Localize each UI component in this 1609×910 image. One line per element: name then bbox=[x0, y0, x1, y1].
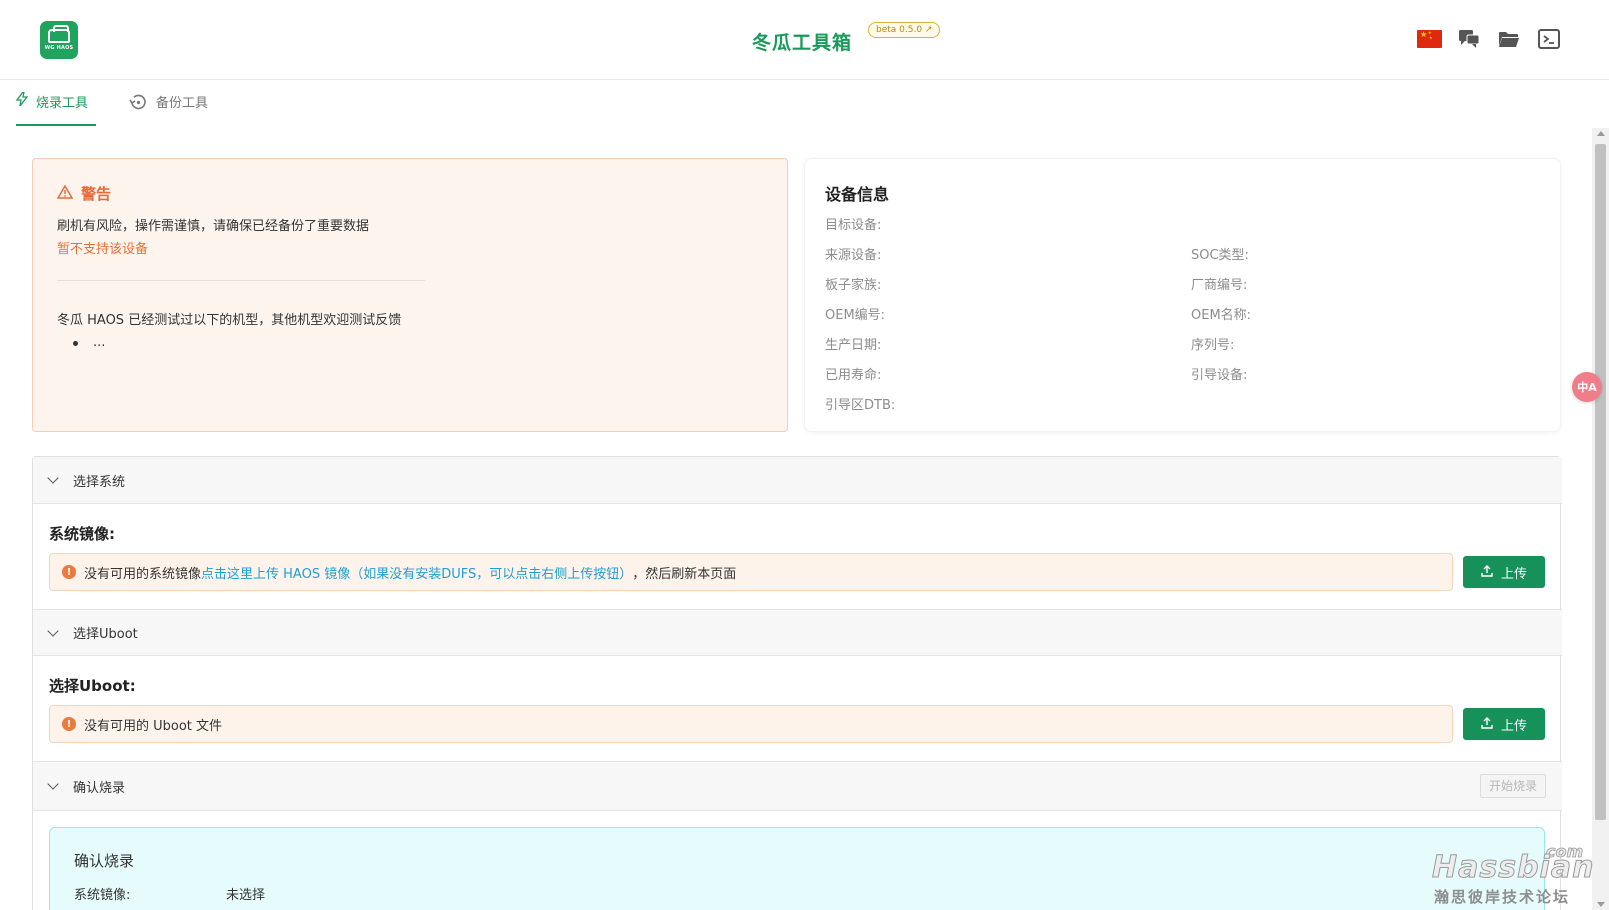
tab-flash-label: 烧录工具 bbox=[36, 96, 89, 111]
folder-icon[interactable] bbox=[1497, 28, 1521, 50]
warning-title: 警告 bbox=[56, 183, 112, 204]
source-device-label: 来源设备: bbox=[825, 248, 882, 263]
tested-models-text: 冬瓜 HAOS 已经测试过以下的机型，其他机型欢迎测试反馈 bbox=[57, 313, 402, 328]
confirm-summary-title: 确认烧录 bbox=[74, 852, 135, 870]
warning-divider bbox=[57, 280, 425, 281]
upload-uboot-label: 上传 bbox=[1500, 717, 1527, 733]
version-text: beta 0.5.0 bbox=[876, 25, 923, 35]
page-scrollbar[interactable] bbox=[1592, 128, 1609, 910]
boot-device-label: 引导设备: bbox=[1191, 368, 1248, 383]
tab-backup-tool[interactable]: 备份工具 bbox=[128, 92, 208, 126]
oem-name-label: OEM名称: bbox=[1191, 308, 1252, 323]
uboot-label: 选择Uboot: bbox=[49, 677, 136, 695]
select-system-header[interactable]: 选择系统 bbox=[33, 457, 1562, 504]
flash-icon bbox=[15, 91, 29, 110]
tab-backup-label: 备份工具 bbox=[156, 96, 209, 111]
chevron-down-icon bbox=[47, 624, 59, 637]
tab-bar: 烧录工具 备份工具 bbox=[0, 80, 1609, 128]
app-logo[interactable]: WG HAOS bbox=[40, 21, 78, 59]
chevron-down-icon bbox=[47, 778, 59, 790]
translate-icon[interactable]: 中A bbox=[1572, 372, 1602, 402]
summary-image-value: 未选择 bbox=[226, 888, 266, 903]
no-system-image-alert: ! 没有可用的系统镜像 点击这里上传 HAOS 镜像（如果没有安装DUFS，可以… bbox=[49, 553, 1453, 591]
history-icon bbox=[128, 92, 148, 116]
upload-system-button[interactable]: 上传 bbox=[1463, 556, 1545, 588]
warning-card: 警告 刷机有风险，操作需谨慎，请确保已经备份了重要数据 暂不支持该设备 冬瓜 H… bbox=[32, 158, 788, 432]
watermark-brand: Hassbian bbox=[1431, 850, 1595, 886]
alert-icon: ! bbox=[62, 717, 76, 731]
version-badge[interactable]: beta 0.5.0 ↗ bbox=[868, 22, 941, 38]
warning-title-text: 警告 bbox=[81, 185, 112, 203]
life-used-label: 已用寿命: bbox=[825, 368, 882, 383]
warning-icon bbox=[56, 184, 74, 203]
alert-icon: ! bbox=[62, 565, 76, 579]
oem-id-label: OEM编号: bbox=[825, 308, 886, 323]
upload-icon bbox=[1481, 716, 1493, 732]
warning-unsupported-text: 暂不支持该设备 bbox=[57, 242, 149, 257]
scroll-up-arrow[interactable] bbox=[1597, 131, 1605, 136]
scroll-down-arrow[interactable] bbox=[1597, 902, 1605, 907]
device-info-title: 设备信息 bbox=[825, 185, 890, 204]
tab-flash-tool[interactable]: 烧录工具 bbox=[15, 91, 96, 126]
target-device-label: 目标设备: bbox=[825, 218, 882, 233]
select-uboot-header[interactable]: 选择Uboot bbox=[33, 609, 1562, 656]
chat-icon[interactable] bbox=[1457, 28, 1481, 50]
car-icon bbox=[48, 25, 70, 43]
logo-text: WG HAOS bbox=[44, 45, 74, 51]
upload-system-label: 上传 bbox=[1500, 565, 1527, 581]
chevron-down-icon bbox=[47, 472, 59, 484]
alert-suffix: ，然后刷新本页面 bbox=[632, 566, 737, 582]
scroll-thumb[interactable] bbox=[1595, 144, 1606, 820]
tested-model-item: ... bbox=[73, 335, 105, 350]
terminal-icon[interactable] bbox=[1537, 28, 1561, 50]
warning-risk-text: 刷机有风险，操作需谨慎，请确保已经备份了重要数据 bbox=[57, 219, 370, 234]
device-info-card: 设备信息 目标设备: 来源设备: SOC类型: 板子家族: 厂商编号: OEM编… bbox=[804, 158, 1561, 432]
upload-icon bbox=[1481, 564, 1493, 580]
app-title: 冬瓜工具箱 bbox=[752, 32, 853, 54]
summary-image-label: 系统镜像: bbox=[74, 888, 131, 903]
system-image-label: 系统镜像: bbox=[49, 525, 115, 543]
boot-dtb-label: 引导区DTB: bbox=[825, 398, 896, 413]
watermark: com Hassbian 瀚思彼岸技术论坛 bbox=[1430, 842, 1593, 908]
select-uboot-title: 选择Uboot bbox=[73, 627, 138, 642]
start-flash-button[interactable]: 开始烧录 bbox=[1479, 774, 1546, 798]
confirm-summary-box: 确认烧录 系统镜像: 未选择 bbox=[49, 827, 1545, 910]
confirm-flash-body: 确认烧录 系统镜像: 未选择 bbox=[33, 811, 1562, 910]
watermark-subtitle: 瀚思彼岸技术论坛 bbox=[1434, 888, 1571, 906]
alert-prefix: 没有可用的系统镜像 bbox=[84, 566, 202, 582]
upload-uboot-button[interactable]: 上传 bbox=[1463, 708, 1545, 740]
app-header: WG HAOS 冬瓜工具箱 beta 0.5.0 ↗ ★ ★ ★ bbox=[0, 0, 1609, 80]
china-flag-icon[interactable]: ★ ★ ★ bbox=[1417, 30, 1442, 48]
serial-number-label: 序列号: bbox=[1191, 338, 1235, 353]
board-family-label: 板子家族: bbox=[825, 278, 882, 293]
vendor-id-label: 厂商编号: bbox=[1191, 278, 1248, 293]
no-uboot-alert: ! 没有可用的 Uboot 文件 bbox=[49, 705, 1453, 743]
flash-steps-collapse: 选择系统 系统镜像: ! 没有可用的系统镜像 点击这里上传 HAOS 镜像（如果… bbox=[32, 456, 1562, 910]
soc-type-label: SOC类型: bbox=[1191, 248, 1249, 263]
upload-haos-link[interactable]: 点击这里上传 HAOS 镜像（如果没有安装DUFS，可以点击右侧上传按钮） bbox=[201, 563, 632, 582]
select-system-title: 选择系统 bbox=[73, 474, 126, 490]
production-date-label: 生产日期: bbox=[825, 338, 882, 353]
confirm-flash-title: 确认烧录 bbox=[73, 780, 126, 796]
no-uboot-text: 没有可用的 Uboot 文件 bbox=[84, 718, 223, 734]
confirm-flash-header[interactable]: 确认烧录 开始烧录 bbox=[33, 761, 1562, 811]
